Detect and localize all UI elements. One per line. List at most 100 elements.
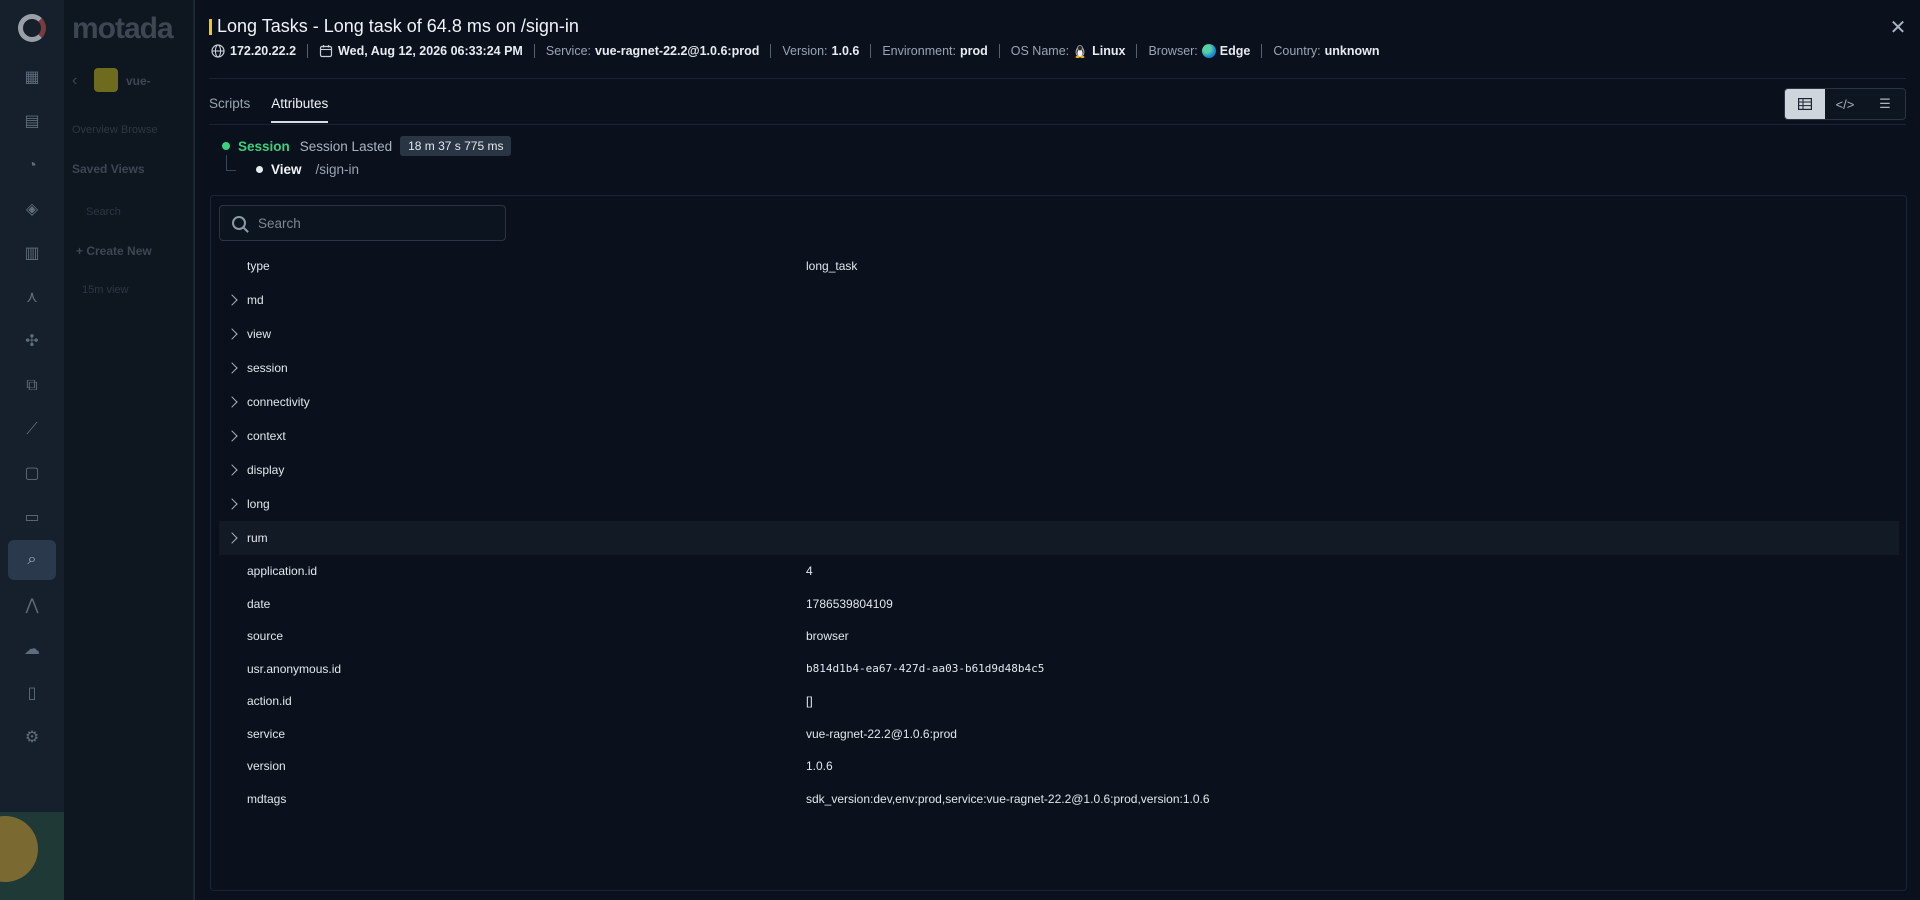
version-value: 1.0.6 bbox=[831, 44, 860, 58]
divider bbox=[533, 44, 535, 58]
meta-service: Service: vue-ragnet-22.2@1.0.6:prod bbox=[546, 44, 759, 58]
brand-name: motada bbox=[72, 12, 174, 45]
background-panel: motada ‹ vue- Overview Browse Saved View… bbox=[64, 0, 194, 900]
attribute-row[interactable]: rum bbox=[219, 521, 1899, 555]
view-path: /sign-in bbox=[315, 162, 360, 177]
os-value: Linux bbox=[1092, 44, 1126, 58]
ai-icon[interactable]: ☁ bbox=[21, 640, 43, 660]
tab-divider bbox=[209, 124, 1906, 125]
attribute-row[interactable]: context bbox=[219, 419, 1899, 453]
attribute-value: 1786539804109 bbox=[806, 596, 893, 611]
drawer-tabs: Scripts Attributes bbox=[209, 96, 349, 123]
code-view-button[interactable]: </> bbox=[1825, 89, 1865, 119]
attribute-key: version bbox=[247, 759, 286, 774]
session-lasted-label: Session Lasted bbox=[299, 138, 393, 154]
attribute-row: version 1.0.6 bbox=[219, 750, 1899, 783]
attribute-row: source browser bbox=[219, 620, 1899, 653]
attribute-key: long bbox=[247, 497, 270, 511]
attribute-value: 1.0.6 bbox=[806, 759, 833, 774]
attribute-value: sdk_version:dev,env:prod,service:vue-rag… bbox=[806, 791, 1210, 806]
chevron-right-icon[interactable] bbox=[226, 362, 238, 374]
search-icon bbox=[232, 216, 246, 230]
session-row: Session Session Lasted 18 m 37 s 775 ms bbox=[222, 136, 512, 156]
chevron-right-icon[interactable] bbox=[226, 396, 238, 408]
meta-version: Version: 1.0.6 bbox=[782, 44, 859, 58]
header-divider bbox=[209, 78, 1906, 79]
chevron-right-icon[interactable] bbox=[226, 532, 238, 544]
attribute-value: long_task bbox=[806, 259, 858, 273]
settings-icon[interactable]: ⚙ bbox=[21, 728, 43, 748]
attribute-key: context bbox=[247, 429, 286, 443]
view-dot bbox=[256, 166, 263, 173]
chevron-right-icon[interactable] bbox=[226, 498, 238, 510]
dashboard-icon[interactable]: ▦ bbox=[21, 68, 43, 88]
attribute-row[interactable]: md bbox=[219, 283, 1899, 317]
tab-attributes[interactable]: Attributes bbox=[271, 96, 329, 123]
app-logo-icon bbox=[18, 14, 46, 42]
app-badge bbox=[94, 68, 118, 92]
chevron-right-icon[interactable] bbox=[226, 464, 238, 476]
network-icon[interactable]: ◈ bbox=[21, 200, 43, 220]
service-label: Service: bbox=[545, 44, 592, 58]
menu-icon: ☰ bbox=[1879, 96, 1891, 111]
back-icon[interactable]: ‹ bbox=[72, 72, 77, 90]
title-accent bbox=[209, 18, 212, 35]
monitor-icon[interactable]: ▭ bbox=[21, 508, 43, 528]
attribute-row[interactable]: long bbox=[219, 487, 1899, 521]
trace-icon[interactable]: ⧉ bbox=[21, 376, 43, 396]
table-icon bbox=[1798, 98, 1812, 110]
globe-icon bbox=[211, 44, 225, 58]
apm-icon[interactable]: ⋀ bbox=[21, 596, 43, 616]
attribute-row: action.id [] bbox=[219, 685, 1899, 718]
table-view-button[interactable] bbox=[1785, 89, 1825, 119]
chevron-right-icon[interactable] bbox=[226, 328, 238, 340]
attribute-key: usr.anonymous.id bbox=[247, 661, 342, 676]
calendar-icon bbox=[319, 45, 333, 58]
log-icon[interactable]: ▥ bbox=[21, 244, 43, 264]
docs-icon[interactable]: ▯ bbox=[21, 684, 43, 704]
chevron-right-icon[interactable] bbox=[226, 294, 238, 306]
session-duration-badge: 18 m 37 s 775 ms bbox=[400, 136, 512, 156]
list-view-button[interactable]: ☰ bbox=[1865, 89, 1905, 119]
alert-icon[interactable]: ◔ bbox=[21, 156, 43, 176]
meta-country: Country: unknown bbox=[1273, 44, 1379, 58]
attribute-row[interactable]: view bbox=[219, 317, 1899, 351]
report-icon[interactable]: ▢ bbox=[21, 464, 43, 484]
close-icon[interactable]: ✕ bbox=[1888, 18, 1908, 38]
view-label[interactable]: View bbox=[271, 162, 302, 177]
linux-icon bbox=[1075, 45, 1085, 58]
topology-icon[interactable]: ⋏ bbox=[21, 288, 43, 308]
session-label[interactable]: Session bbox=[238, 139, 290, 154]
view-mode-toggle: </> ☰ bbox=[1784, 88, 1906, 120]
tree-connector bbox=[226, 155, 236, 171]
chevron-right-icon[interactable] bbox=[226, 430, 238, 442]
tab-scripts[interactable]: Scripts bbox=[209, 96, 250, 123]
divider bbox=[870, 44, 872, 58]
inventory-icon[interactable]: ▤ bbox=[21, 112, 43, 132]
attribute-key: service bbox=[247, 726, 286, 741]
edge-browser-icon bbox=[1201, 44, 1216, 58]
flow-icon[interactable]: ✣ bbox=[21, 332, 43, 352]
rum-icon[interactable]: ⌕ bbox=[8, 540, 56, 580]
divider bbox=[770, 44, 772, 58]
saved-view-item: 15m view bbox=[82, 284, 129, 296]
meta-os: OS Name: Linux bbox=[1010, 44, 1126, 58]
attribute-key: rum bbox=[247, 531, 268, 545]
attribute-list: type long_task md view session connectivi… bbox=[219, 249, 1899, 815]
os-label: OS Name: bbox=[1010, 44, 1070, 58]
attribute-key: view bbox=[247, 327, 272, 341]
metric-icon[interactable]: ⟋ bbox=[21, 420, 43, 440]
attribute-row: service vue-ragnet-22.2@1.0.6:prod bbox=[219, 718, 1899, 751]
attribute-row[interactable]: session bbox=[219, 351, 1899, 385]
search-input[interactable] bbox=[258, 215, 488, 231]
view-row: View /sign-in bbox=[256, 162, 359, 177]
attribute-key: display bbox=[247, 463, 285, 477]
country-value: unknown bbox=[1324, 44, 1380, 58]
attribute-row[interactable]: display bbox=[219, 453, 1899, 487]
user-avatar[interactable] bbox=[0, 812, 64, 900]
background-tabs: Overview Browse bbox=[72, 124, 158, 136]
attributes-panel: type long_task md view session connectivi… bbox=[210, 195, 1907, 891]
divider bbox=[307, 44, 309, 58]
attribute-row[interactable]: connectivity bbox=[219, 385, 1899, 419]
attribute-search[interactable] bbox=[219, 205, 506, 241]
